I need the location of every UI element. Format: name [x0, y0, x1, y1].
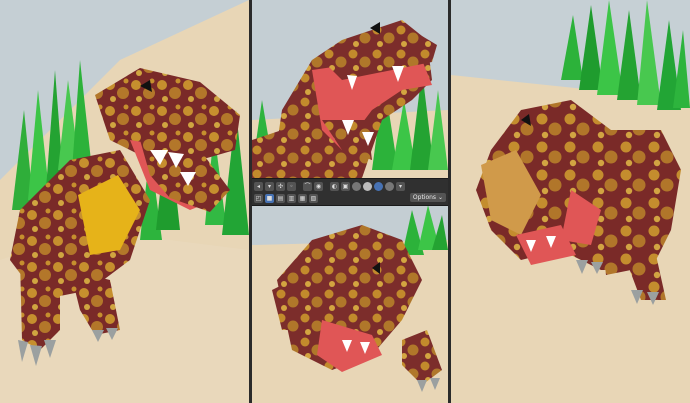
xray-icon[interactable]: ▣ [341, 181, 350, 191]
select-mode-icon[interactable]: ▾ [265, 181, 274, 191]
transform-icon[interactable]: ✣ [276, 181, 285, 191]
rendered-shading-icon[interactable] [385, 181, 394, 191]
proportional-icon[interactable]: ◉ [314, 181, 323, 191]
snap-icon[interactable]: ⌒ [303, 181, 312, 191]
mode-extend-icon[interactable]: ▤ [276, 193, 285, 203]
viewport-right-render [451, 0, 690, 403]
overlay-icon[interactable]: ◐ [330, 181, 339, 191]
viewport-right[interactable] [451, 0, 690, 403]
mode-subtract-icon[interactable]: ▥ [287, 193, 296, 203]
viewport-left-render [0, 0, 249, 403]
mode-invert-icon[interactable]: ▦ [298, 193, 307, 203]
shading-options-icon[interactable]: ▾ [396, 181, 405, 191]
view-icon[interactable]: ◂ [254, 181, 263, 191]
viewport-header-toolbar: ◂ ▾ ✣ ◦ ⌒ ◉ ◐ ▣ ▾ ◰ ■ ▤ ▥ ▦ ▧ Options ⌄ [252, 178, 448, 206]
options-dropdown-button[interactable]: Options ⌄ [409, 193, 446, 202]
solid-shading-icon[interactable] [363, 181, 372, 191]
viewport-left[interactable] [0, 0, 249, 403]
pivot-icon[interactable]: ◦ [287, 181, 296, 191]
mode-new-icon[interactable]: ■ [265, 193, 274, 203]
toolbar-row-top: ◂ ▾ ✣ ◦ ⌒ ◉ ◐ ▣ ▾ [252, 180, 448, 192]
material-shading-icon[interactable] [374, 181, 383, 191]
wireframe-shading-icon[interactable] [352, 181, 361, 191]
select-box-icon[interactable]: ◰ [254, 193, 263, 203]
mode-intersect-icon[interactable]: ▧ [309, 193, 318, 203]
